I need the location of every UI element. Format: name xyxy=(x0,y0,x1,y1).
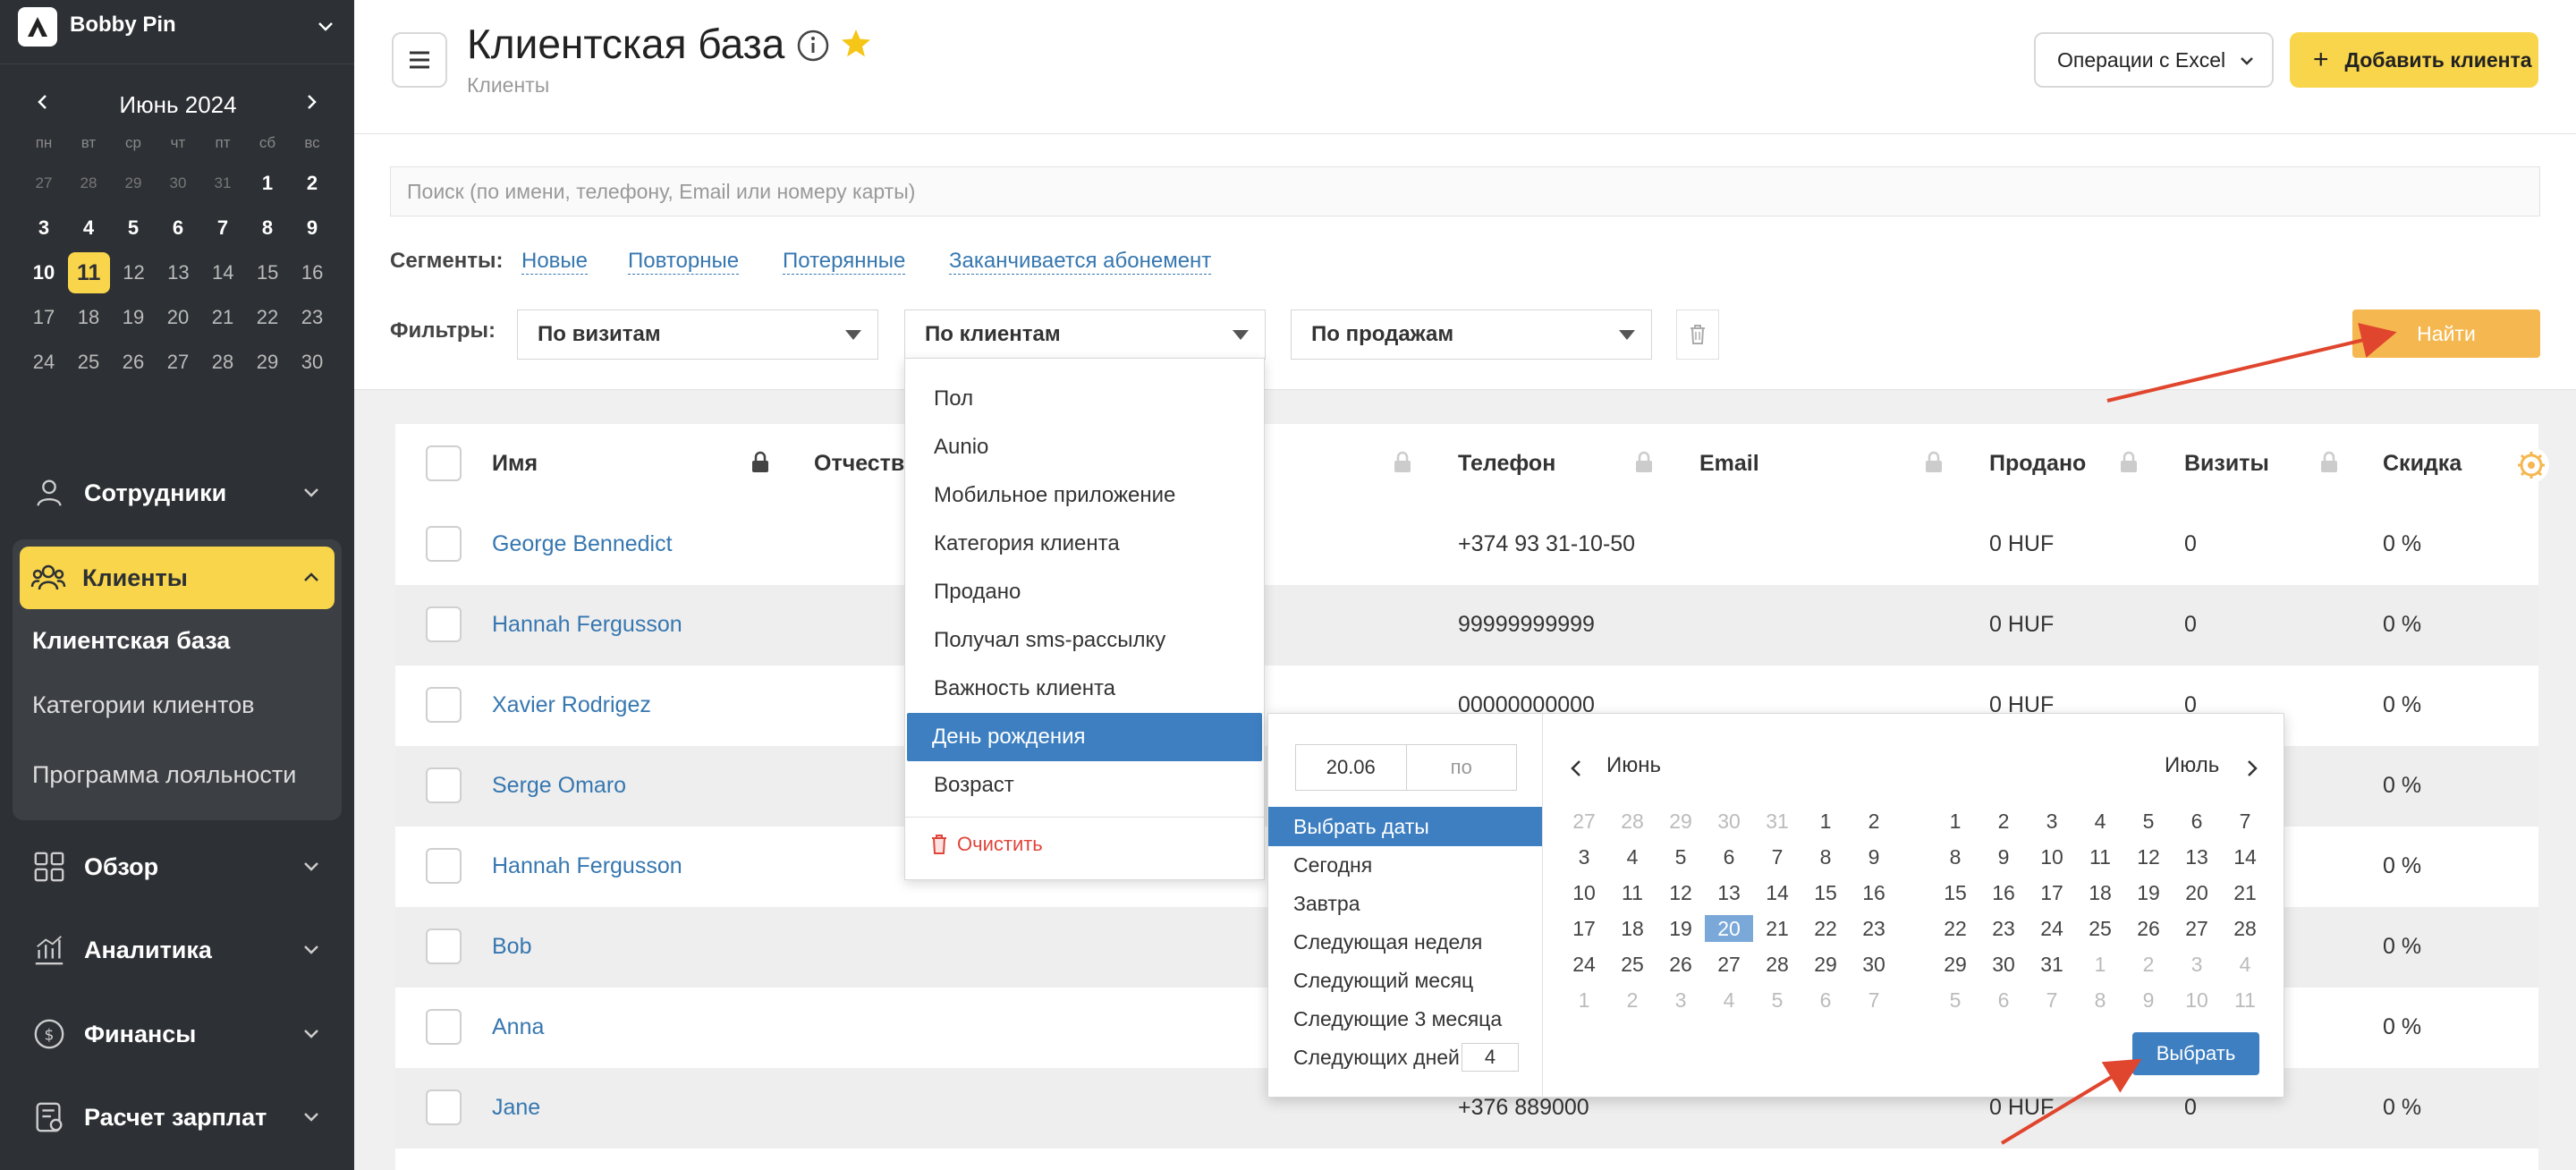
arrow-to-find-button xyxy=(2106,323,2397,403)
arrow-to-select-button xyxy=(2000,1058,2142,1145)
annotation-arrows xyxy=(2000,323,2397,1145)
